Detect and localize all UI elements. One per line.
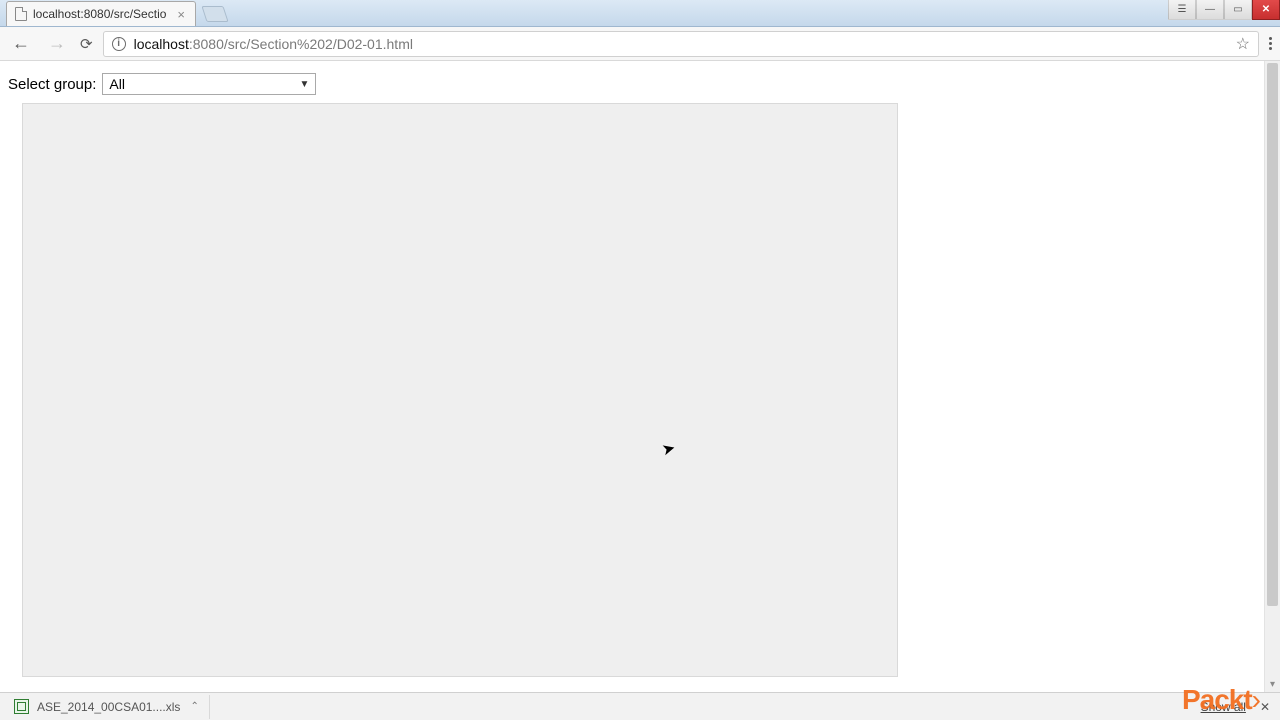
- close-shelf-button[interactable]: ✕: [1260, 700, 1270, 714]
- browser-toolbar: ← → ⟳ i localhost:8080/src/Section%202/D…: [0, 27, 1280, 61]
- url-host: localhost: [134, 36, 189, 52]
- reload-button[interactable]: ⟳: [80, 35, 93, 53]
- donut-slice[interactable]: [150, 371, 271, 494]
- browser-tab[interactable]: localhost:8080/src/Sectio ×: [6, 1, 196, 26]
- control-row: Select group: All: [8, 73, 1256, 95]
- download-filename: ASE_2014_00CSA01....xls: [37, 700, 180, 714]
- packt-watermark: Packt›: [1182, 684, 1260, 716]
- new-tab-button[interactable]: [201, 6, 228, 22]
- forward-button: →: [44, 31, 70, 56]
- back-button[interactable]: ←: [8, 31, 34, 56]
- address-bar[interactable]: i localhost:8080/src/Section%202/D02-01.…: [103, 31, 1259, 57]
- donut-slice[interactable]: [314, 427, 355, 516]
- tab-close-icon[interactable]: ×: [175, 7, 187, 22]
- browser-menu-button[interactable]: [1269, 37, 1272, 50]
- maximize-button[interactable]: ▭: [1224, 0, 1252, 20]
- site-info-icon[interactable]: i: [112, 37, 126, 51]
- page-viewport: Select group: All ▾ ➤: [0, 61, 1280, 692]
- browser-titlebar: localhost:8080/src/Sectio × ☰ — ▭ ✕: [0, 0, 1280, 27]
- xls-file-icon: [14, 699, 29, 714]
- select-group-label: Select group:: [8, 76, 96, 93]
- tab-title: localhost:8080/src/Sectio: [33, 7, 166, 21]
- scrollbar-down-arrow[interactable]: ▾: [1265, 676, 1280, 692]
- url-path: :8080/src/Section%202/D02-01.html: [189, 36, 413, 52]
- minimize-button[interactable]: —: [1196, 0, 1224, 20]
- close-window-button[interactable]: ✕: [1252, 0, 1280, 20]
- download-menu-chevron-icon[interactable]: ⌃: [190, 701, 198, 712]
- donut-slice[interactable]: [150, 172, 312, 317]
- chart-container: [22, 103, 898, 677]
- page-body: Select group: All: [0, 61, 1264, 692]
- bookmark-star-icon[interactable]: ☆: [1236, 34, 1250, 54]
- donut-slice[interactable]: [231, 420, 312, 516]
- group-select[interactable]: All: [102, 73, 316, 95]
- file-icon: [15, 7, 27, 21]
- user-button[interactable]: ☰: [1168, 0, 1196, 20]
- donut-chart: [313, 344, 673, 677]
- vertical-scrollbar[interactable]: ▾: [1264, 61, 1280, 692]
- download-shelf: ASE_2014_00CSA01....xls ⌃ Show all ✕: [0, 692, 1280, 720]
- donut-slice[interactable]: [141, 292, 231, 395]
- scrollbar-thumb[interactable]: [1267, 63, 1278, 606]
- donut-slice[interactable]: [314, 172, 485, 510]
- window-controls: ☰ — ▭ ✕: [1168, 0, 1280, 20]
- group-select-value: All: [109, 76, 125, 92]
- download-item[interactable]: ASE_2014_00CSA01....xls ⌃: [10, 695, 210, 719]
